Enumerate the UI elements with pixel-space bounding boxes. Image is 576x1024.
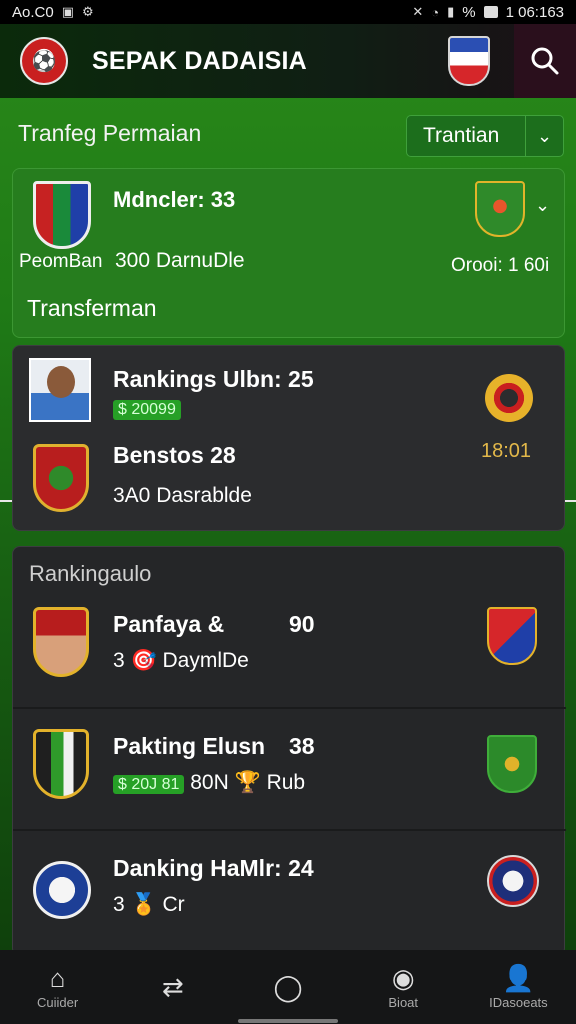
battery-icon (483, 6, 498, 18)
club-crest-icon (33, 181, 91, 249)
chevron-down-icon[interactable]: ⌄ (535, 195, 550, 216)
rank-score: 38 (289, 733, 315, 759)
nav-ball[interactable]: ◉ Bioat (346, 950, 461, 1024)
ranking-title: Rankingaulo (29, 561, 152, 586)
section-title: Tranfeg Permaian (18, 120, 202, 146)
player-avatar (33, 607, 89, 677)
player-name: Rankings Ulbn: 25 (113, 366, 314, 392)
status-time: 1 06:163 (505, 3, 564, 21)
player-card[interactable]: Rankings Ulbn: 25 $ 20099 Benstos 28 3A0… (12, 345, 565, 531)
image-icon: ▣ (61, 4, 74, 19)
app-bar: ⚽ SEPAK DADAISIA (0, 24, 576, 98)
club-crest-icon[interactable] (448, 36, 490, 86)
rank-sub: 3 🏅 Cr (113, 893, 185, 916)
rank-name: Pakting Elusn 38 (113, 733, 315, 759)
value-badge: $ 20099 (113, 400, 181, 420)
rank-score: 90 (289, 611, 315, 637)
ranking-panel: Rankingaulo Panfaya & 90 3 🎯 DaymlDe Pak… (12, 546, 566, 956)
wifi-icon: ◔ (431, 4, 440, 20)
nav-home[interactable]: ⌂ Cuiider (0, 950, 115, 1024)
club-crest-icon (475, 181, 525, 237)
list-item[interactable]: Pakting Elusn 38 $ 20J 81 80N 🏆 Rub (13, 707, 566, 827)
gear-icon[interactable] (485, 374, 533, 422)
mute-icon: ✕ (412, 4, 424, 19)
club-crest-icon (33, 729, 89, 799)
transfer-right-value: Orooi: 1 60i (451, 255, 550, 276)
club-crest-icon (487, 735, 537, 793)
player-avatar (29, 358, 91, 422)
club-crest-icon (487, 607, 537, 665)
battery-percent: % (462, 3, 476, 21)
search-button[interactable] (514, 24, 576, 98)
ball-icon: ◉ (391, 962, 415, 993)
nav-profile[interactable]: 👤 IDasoeats (461, 950, 576, 1024)
search-icon (531, 47, 559, 75)
chevron-down-icon: ⌄ (536, 125, 553, 146)
club-crest-icon (33, 861, 91, 919)
card-right-value: 18:01 (481, 440, 532, 462)
chat-icon: ◯ (273, 972, 303, 1002)
nav-label: Cuiider (37, 994, 79, 1010)
home-icon: ⌂ (49, 962, 66, 993)
transfer-sub-left: PeomBan (19, 251, 103, 272)
bottom-nav: ⌂ Cuiider ⇄ ◯ ◉ Bioat 👤 IDasoeats (0, 950, 576, 1024)
rank-sub: 3 🎯 DaymlDe (113, 649, 249, 672)
rank-name: Danking HaMlr: 24 (113, 855, 314, 881)
transfer-footer-label: Transferman (27, 295, 157, 321)
rank-name: Panfaya & 90 (113, 611, 315, 637)
nav-label: IDasoeats (489, 994, 548, 1010)
status-left-text: Ao.C0 (12, 3, 54, 21)
settings-icon: ⚙ (82, 4, 94, 19)
profile-icon: 👤 (502, 962, 535, 993)
transfer-sub-mid: 300 DarnuDle (115, 249, 245, 272)
transfer-card[interactable]: Mdncler: 33 PeomBan 300 DarnuDle ⌄ Orooi… (12, 168, 565, 338)
list-item[interactable]: Panfaya & 90 3 🎯 DaymlDe (13, 587, 566, 707)
dropdown-label: Trantian (423, 124, 500, 147)
club-crest-icon (33, 444, 89, 512)
nav-transfer[interactable]: ⇄ (115, 950, 230, 1024)
app-logo[interactable]: ⚽ (20, 37, 68, 85)
status-bar: Ao.C0 ▣ ⚙ ✕ ◔ ▮ % 1 06:163 (0, 0, 576, 24)
club-name: Benstos 28 (113, 442, 236, 468)
nav-label: Bioat (388, 994, 419, 1010)
home-indicator[interactable] (238, 1019, 338, 1023)
filter-dropdown[interactable]: Trantian ⌄ (406, 115, 564, 157)
signal-icon: ▮ (447, 4, 455, 19)
transfer-player-name: Mdncler: 33 (113, 187, 236, 212)
nav-chat[interactable]: ◯ (230, 950, 345, 1024)
club-crest-icon (487, 855, 539, 907)
rank-sub: $ 20J 81 80N 🏆 Rub (113, 771, 305, 795)
value-badge: $ 20J 81 (113, 775, 185, 794)
club-sub: 3A0 Dasrablde (113, 484, 252, 507)
transfer-icon: ⇄ (161, 972, 184, 1002)
app-title: SEPAK DADAISIA (92, 46, 307, 75)
list-item[interactable]: Danking HaMlr: 24 3 🏅 Cr (13, 829, 566, 949)
